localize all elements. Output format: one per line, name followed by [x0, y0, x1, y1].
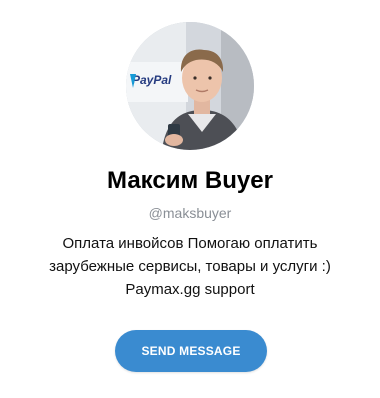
profile-photo-icon: PayPal	[126, 22, 254, 150]
profile-name: Максим Buyer	[107, 167, 273, 194]
send-message-button[interactable]: SEND MESSAGE	[115, 330, 267, 372]
paypal-logo-text: PayPal	[132, 73, 172, 87]
bio-line: Оплата инвойсов Помогаю оплатить	[62, 235, 318, 252]
profile-bio: Оплата инвойсов Помогаю оплатить зарубеж…	[20, 232, 360, 301]
avatar[interactable]: PayPal	[126, 22, 254, 150]
profile-username[interactable]: @maksbuyer	[0, 204, 380, 222]
profile-card: PayPal Максим Buyer @maksbuyer Оплата ин…	[0, 0, 380, 398]
bio-line: Paymax.gg support	[125, 281, 255, 298]
bio-line: зарубежные сервисы, товары и услуги :)	[49, 258, 331, 275]
